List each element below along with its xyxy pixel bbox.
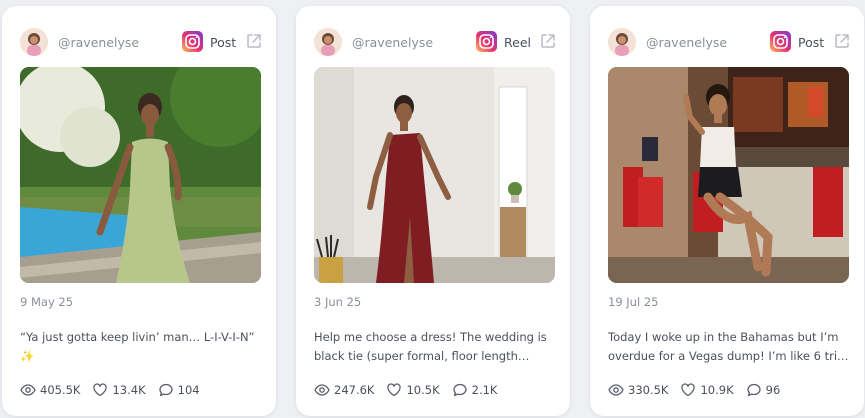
heart-icon <box>387 383 402 397</box>
card-header: @ravenelyse Post <box>590 26 864 58</box>
post-card[interactable]: @ravenelyse Reel 3 Jun 25 Help me choose… <box>296 6 570 416</box>
comments-count: 2.1K <box>471 383 498 397</box>
post-thumbnail[interactable] <box>314 67 555 283</box>
comments-stat: 104 <box>158 382 200 398</box>
engagement-stats: 247.6K 10.5K 2.1K <box>314 382 509 398</box>
instagram-icon <box>182 31 203 52</box>
views-count: 330.5K <box>628 383 669 397</box>
engagement-stats: 405.5K 13.4K 104 <box>20 382 212 398</box>
likes-stat: 13.4K <box>92 382 146 398</box>
comments-stat: 2.1K <box>452 382 498 398</box>
views-stat: 405.5K <box>20 382 80 398</box>
avatar[interactable] <box>314 28 342 56</box>
views-count: 247.6K <box>334 383 375 397</box>
creator-handle[interactable]: @ravenelyse <box>58 35 139 50</box>
post-type-label: Post <box>210 35 237 50</box>
comment-icon <box>158 383 173 397</box>
views-stat: 330.5K <box>608 382 668 398</box>
creator-handle[interactable]: @ravenelyse <box>646 35 727 50</box>
post-caption: Today I woke up in the Bahamas but I’m o… <box>608 328 854 366</box>
eye-icon <box>20 384 36 396</box>
comment-icon <box>746 383 761 397</box>
likes-count: 13.4K <box>112 383 146 397</box>
avatar[interactable] <box>20 28 48 56</box>
comment-icon <box>452 383 467 397</box>
caption-text: Today I woke up in the Bahamas but I’m o… <box>608 330 849 363</box>
heart-icon <box>93 383 108 397</box>
instagram-icon <box>476 31 497 52</box>
post-thumbnail[interactable] <box>608 67 849 283</box>
instagram-icon <box>770 31 791 52</box>
caption-text: “Ya just gotta keep livin’ man… L-I-V-I-… <box>20 330 255 363</box>
card-header: @ravenelyse Reel <box>296 26 570 58</box>
likes-stat: 10.9K <box>680 382 734 398</box>
post-caption: Help me choose a dress! The wedding is b… <box>314 328 560 366</box>
avatar[interactable] <box>608 28 636 56</box>
external-link-icon[interactable] <box>833 32 851 50</box>
likes-count: 10.9K <box>700 383 734 397</box>
external-link-icon[interactable] <box>245 32 263 50</box>
external-link-icon[interactable] <box>539 32 557 50</box>
post-type-label: Reel <box>504 35 531 50</box>
eye-icon <box>314 384 330 396</box>
eye-icon <box>608 384 624 396</box>
post-date: 3 Jun 25 <box>314 295 362 309</box>
post-card[interactable]: @ravenelyse Post <box>2 6 276 416</box>
views-stat: 247.6K <box>314 382 374 398</box>
post-card[interactable]: @ravenelyse Post <box>590 6 864 416</box>
creator-handle[interactable]: @ravenelyse <box>352 35 433 50</box>
heart-icon <box>681 383 696 397</box>
likes-stat: 10.5K <box>386 382 440 398</box>
likes-count: 10.5K <box>406 383 440 397</box>
post-caption: “Ya just gotta keep livin’ man… L-I-V-I-… <box>20 328 266 366</box>
post-type-label: Post <box>798 35 825 50</box>
card-header: @ravenelyse Post <box>2 26 276 58</box>
post-date: 19 Jul 25 <box>608 295 659 309</box>
comments-count: 96 <box>765 383 781 397</box>
post-thumbnail[interactable] <box>20 67 261 283</box>
views-count: 405.5K <box>40 383 81 397</box>
comments-count: 104 <box>177 383 200 397</box>
caption-text: Help me choose a dress! The wedding is b… <box>314 330 547 363</box>
post-date: 9 May 25 <box>20 295 74 309</box>
engagement-stats: 330.5K 10.9K 96 <box>608 382 792 398</box>
comments-stat: 96 <box>746 382 781 398</box>
